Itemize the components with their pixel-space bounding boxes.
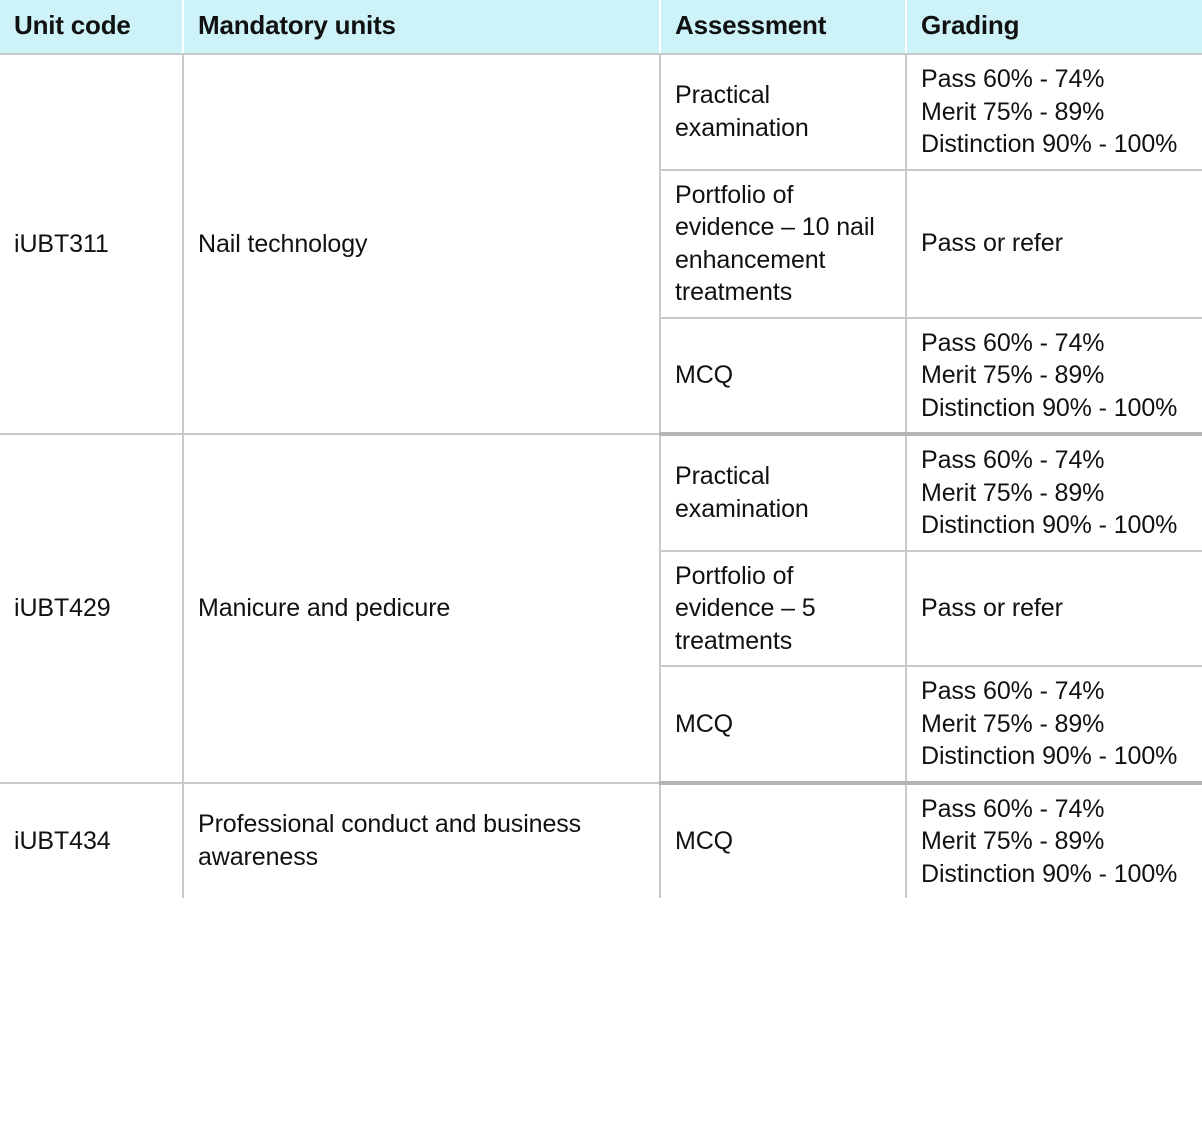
- unit-name-cell: Nail technology: [183, 54, 661, 435]
- column-header-assessment: Assessment: [660, 0, 907, 55]
- table-header-row: Unit code Mandatory units Assessment Gra…: [0, 0, 1202, 55]
- assessment-cell: Portfolio of evidence – 5 treatments: [660, 550, 907, 667]
- table-header: Unit code Mandatory units Assessment Gra…: [0, 0, 1202, 55]
- grading-cell: Pass 60% - 74% Merit 75% - 89% Distincti…: [906, 434, 1202, 552]
- table-body: iUBT311 Nail technology Practical examin…: [0, 54, 1202, 898]
- column-header-unit-code: Unit code: [0, 0, 184, 55]
- assessment-cell: Practical examination: [660, 434, 907, 552]
- assessment-cell: MCQ: [660, 782, 907, 898]
- column-header-mandatory-units: Mandatory units: [183, 0, 661, 55]
- unit-code-cell: iUBT434: [0, 782, 184, 898]
- table-row: iUBT429 Manicure and pedicure Practical …: [0, 434, 1202, 784]
- unit-name-cell: Manicure and pedicure: [183, 434, 661, 784]
- column-header-grading: Grading: [906, 0, 1202, 55]
- grading-cell: Pass or refer: [906, 550, 1202, 667]
- table-row: iUBT311 Nail technology Practical examin…: [0, 54, 1202, 435]
- unit-code-cell: iUBT311: [0, 54, 184, 435]
- assessment-cell: Portfolio of evidence – 10 nail enhancem…: [660, 169, 907, 319]
- grading-cell: Pass 60% - 74% Merit 75% - 89% Distincti…: [906, 54, 1202, 171]
- unit-code-cell: iUBT429: [0, 434, 184, 784]
- table-row: iUBT434 Professional conduct and busines…: [0, 782, 1202, 898]
- assessment-cell: MCQ: [660, 317, 907, 436]
- unit-name-cell: Professional conduct and business awaren…: [183, 782, 661, 898]
- grading-cell: Pass 60% - 74% Merit 75% - 89% Distincti…: [906, 782, 1202, 898]
- grading-cell: Pass 60% - 74% Merit 75% - 89% Distincti…: [906, 317, 1202, 436]
- mandatory-units-table: Unit code Mandatory units Assessment Gra…: [0, 0, 1202, 898]
- assessment-cell: MCQ: [660, 666, 907, 785]
- grading-cell: Pass 60% - 74% Merit 75% - 89% Distincti…: [906, 666, 1202, 785]
- grading-cell: Pass or refer: [906, 169, 1202, 319]
- assessment-cell: Practical examination: [660, 54, 907, 171]
